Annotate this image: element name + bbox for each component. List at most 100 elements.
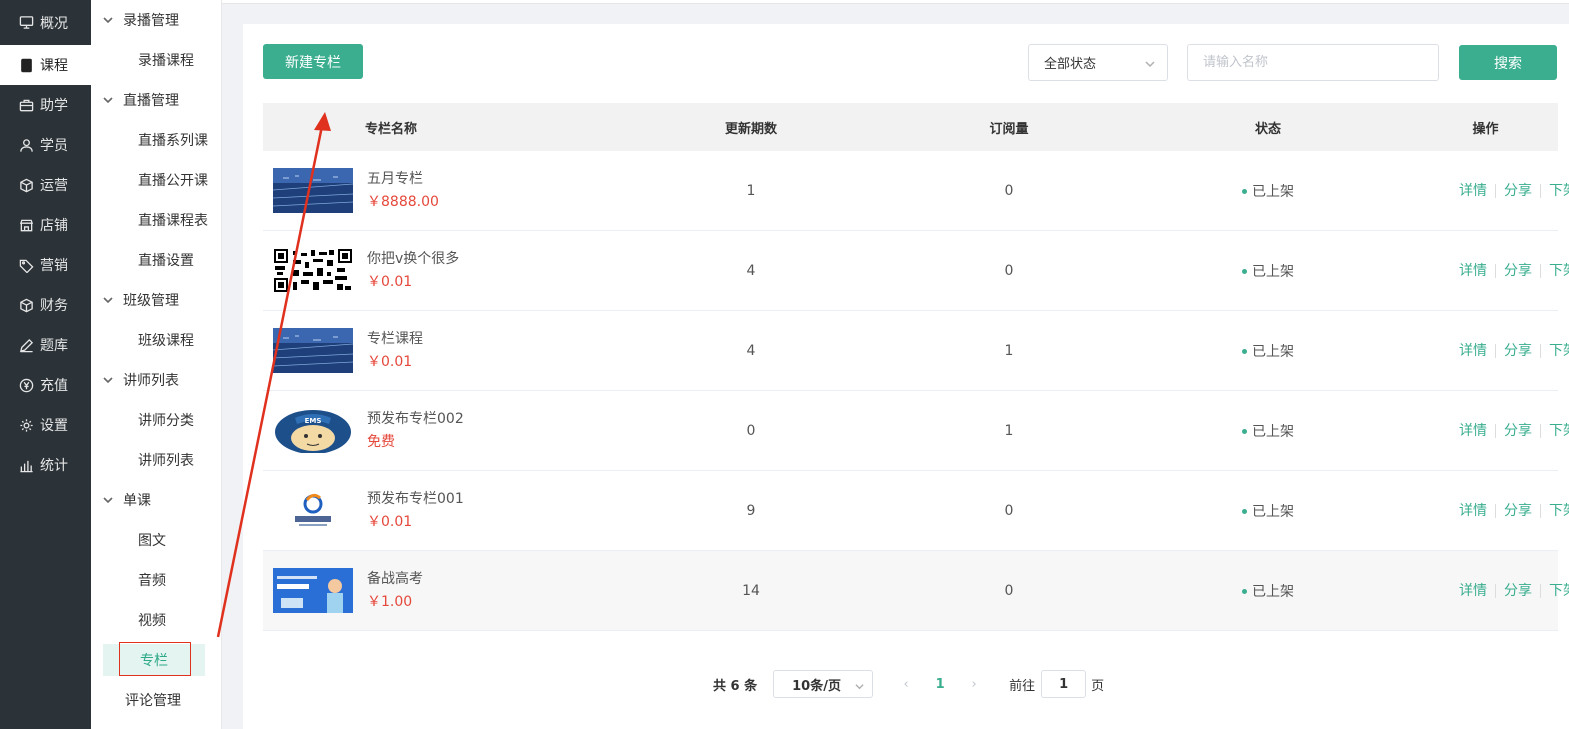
rail-item-course[interactable]: 课程 — [0, 45, 91, 85]
search-input[interactable] — [1187, 44, 1439, 81]
goto-page-input[interactable] — [1041, 670, 1087, 698]
rail-item-label: 统计 — [40, 458, 68, 474]
group-comments[interactable]: 评论管理 — [91, 680, 221, 720]
share-link[interactable]: 分享 — [1495, 583, 1540, 598]
rail-item-operations[interactable]: 运营 — [0, 165, 91, 205]
sub-live-settings[interactable]: 直播设置 — [91, 240, 221, 280]
rail-item-finance[interactable]: 财务 — [0, 285, 91, 325]
group-label: 讲师列表 — [123, 373, 179, 389]
table-row: 你把v换个很多 ￥0.01 4 0 已上架 详情 分享 下架 更多 — [263, 231, 1569, 311]
rail-item-store[interactable]: 店铺 — [0, 205, 91, 245]
thumbnail-tech-image — [273, 168, 353, 213]
row-title: 五月专栏 — [367, 170, 423, 187]
cube-icon — [18, 177, 34, 193]
header-ops: 操作 — [1472, 121, 1499, 137]
search-button[interactable]: 搜索 — [1459, 45, 1557, 80]
row-status: 已上架 — [1123, 501, 1413, 521]
sub-class-course[interactable]: 班级课程 — [91, 320, 221, 360]
share-link[interactable]: 分享 — [1495, 183, 1540, 198]
row-ops: 详情 分享 下架 更多 — [1413, 263, 1569, 278]
take-down-link[interactable]: 下架 — [1540, 343, 1569, 358]
yuan-icon — [18, 377, 34, 393]
group-live[interactable]: 直播管理 — [91, 80, 221, 120]
status-dot-icon — [1242, 269, 1247, 274]
chevron-down-icon — [103, 95, 113, 105]
take-down-link[interactable]: 下架 — [1540, 183, 1569, 198]
table-row: EMS 预发布专栏002 免费 0 1 已上架 详情 分享 下架 更多 — [263, 391, 1569, 471]
group-class[interactable]: 班级管理 — [91, 280, 221, 320]
row-status-text: 已上架 — [1252, 183, 1294, 200]
sub-teacher-category[interactable]: 讲师分类 — [91, 400, 221, 440]
rail-item-label: 充值 — [40, 378, 68, 394]
share-link[interactable]: 分享 — [1495, 343, 1540, 358]
share-link[interactable]: 分享 — [1495, 263, 1540, 278]
detail-link[interactable]: 详情 — [1459, 344, 1495, 358]
row-updates: 1 — [746, 182, 756, 199]
box-icon — [18, 297, 34, 313]
row-price: 免费 — [367, 433, 395, 450]
rail-item-marketing[interactable]: 营销 — [0, 245, 91, 285]
detail-link[interactable]: 详情 — [1459, 424, 1495, 438]
user-icon — [18, 137, 34, 153]
group-teachers[interactable]: 讲师列表 — [91, 360, 221, 400]
row-title: 预发布专栏001 — [367, 490, 464, 507]
rail-item-statistics[interactable]: 统计 — [0, 445, 91, 485]
row-subs: 0 — [1004, 582, 1014, 599]
rail-item-recharge[interactable]: 充值 — [0, 365, 91, 405]
sub-article[interactable]: 图文 — [91, 520, 221, 560]
sub-video[interactable]: 视频 — [91, 600, 221, 640]
share-link[interactable]: 分享 — [1495, 423, 1540, 438]
next-page-icon[interactable]: › — [959, 670, 989, 698]
take-down-link[interactable]: 下架 — [1540, 263, 1569, 278]
row-subs: 0 — [1004, 502, 1014, 519]
row-subs: 0 — [1004, 182, 1014, 199]
page-number-current[interactable]: 1 — [925, 670, 955, 698]
row-title: 专栏课程 — [367, 330, 423, 347]
row-status-text: 已上架 — [1252, 503, 1294, 520]
sub-live-open[interactable]: 直播公开课 — [91, 160, 221, 200]
sub-live-schedule[interactable]: 直播课程表 — [91, 200, 221, 240]
row-status-text: 已上架 — [1252, 423, 1294, 440]
detail-link[interactable]: 详情 — [1459, 184, 1495, 198]
take-down-link[interactable]: 下架 — [1540, 503, 1569, 518]
row-ops: 详情 分享 下架 更多 — [1413, 583, 1569, 598]
detail-link[interactable]: 详情 — [1459, 264, 1495, 278]
rail-item-settings[interactable]: 设置 — [0, 405, 91, 445]
row-title: 你把v换个很多 — [367, 250, 460, 267]
status-dot-icon — [1242, 189, 1247, 194]
take-down-link[interactable]: 下架 — [1540, 423, 1569, 438]
detail-link[interactable]: 详情 — [1459, 584, 1495, 598]
rail-item-overview[interactable]: 概况 — [0, 0, 91, 45]
row-subs: 1 — [1004, 342, 1014, 359]
status-select[interactable]: 全部状态 — [1028, 44, 1168, 81]
rail-item-students[interactable]: 学员 — [0, 125, 91, 165]
chevron-down-icon — [103, 375, 113, 385]
group-label: 录播管理 — [123, 13, 179, 29]
row-updates: 4 — [746, 262, 756, 279]
row-updates: 14 — [742, 582, 760, 599]
detail-link[interactable]: 详情 — [1459, 504, 1495, 518]
sub-column[interactable]: 专栏 — [103, 642, 205, 676]
page-size-value: 10条/页 — [792, 678, 841, 694]
new-column-button[interactable]: 新建专栏 — [263, 44, 363, 79]
prev-page-icon[interactable]: ‹ — [891, 670, 921, 698]
sub-teacher-list[interactable]: 讲师列表 — [91, 440, 221, 480]
rail-item-question-bank[interactable]: 题库 — [0, 325, 91, 365]
sub-live-series[interactable]: 直播系列课 — [91, 120, 221, 160]
take-down-link[interactable]: 下架 — [1540, 583, 1569, 598]
group-single[interactable]: 单课 — [91, 480, 221, 520]
page-size-select[interactable]: 10条/页 — [773, 670, 874, 698]
thumbnail-tech-image — [273, 328, 353, 373]
share-link[interactable]: 分享 — [1495, 503, 1540, 518]
group-recorded[interactable]: 录播管理 — [91, 0, 221, 40]
rail-item-assist[interactable]: 助学 — [0, 85, 91, 125]
row-ops: 详情 分享 下架 更多 — [1413, 343, 1569, 358]
sub-recorded-course[interactable]: 录播课程 — [91, 40, 221, 80]
rail-item-label: 营销 — [40, 258, 68, 274]
row-status: 已上架 — [1123, 421, 1413, 441]
row-status: 已上架 — [1123, 181, 1413, 201]
row-status: 已上架 — [1123, 341, 1413, 361]
sub-audio[interactable]: 音频 — [91, 560, 221, 600]
top-strip — [222, 0, 1569, 4]
chevron-down-icon — [103, 15, 113, 25]
